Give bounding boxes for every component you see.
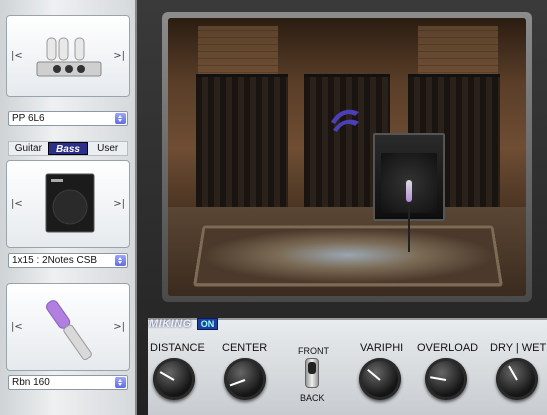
mic-next-button[interactable]: >| <box>113 322 125 333</box>
distance-knob[interactable] <box>153 358 195 400</box>
rug <box>193 225 503 287</box>
amp-select[interactable]: PP 6L6 <box>8 111 128 126</box>
tab-guitar[interactable]: Guitar <box>9 142 48 155</box>
variphi-label: VARIPHI <box>360 342 404 354</box>
cab-prev-button[interactable]: |< <box>11 199 23 210</box>
studio-view[interactable] <box>168 18 526 296</box>
cabinet-select[interactable]: 1x15 : 2Notes CSB <box>8 253 128 268</box>
center-label: CENTER <box>222 342 268 354</box>
amp-select-value: PP 6L6 <box>12 113 45 124</box>
tube-amp-icon <box>36 37 102 77</box>
controls-panel <box>148 318 547 415</box>
mic-card: |< >| <box>6 283 130 371</box>
amp-head-card: |< >| <box>6 15 130 97</box>
mic-select[interactable]: Rbn 160 <box>8 375 128 390</box>
cab-next-button[interactable]: >| <box>113 199 125 210</box>
2notes-logo-icon <box>331 109 359 132</box>
cabinet-select-value: 1x15 : 2Notes CSB <box>12 255 98 266</box>
switch-front-label: FRONT <box>298 346 329 356</box>
mic-prev-button[interactable]: |< <box>11 322 23 333</box>
select-arrows-icon <box>115 113 126 124</box>
curtain-left <box>196 74 288 224</box>
select-arrows-icon <box>115 377 126 388</box>
miking-label: MIKING <box>149 318 192 330</box>
studio-view-frame <box>162 12 532 302</box>
tab-bass[interactable]: Bass <box>47 142 89 155</box>
distance-label: DISTANCE <box>150 342 205 354</box>
ribbon-mic-icon <box>46 300 92 361</box>
front-back-switch[interactable] <box>305 358 319 388</box>
mic-select-value: Rbn 160 <box>12 377 50 388</box>
select-arrows-icon <box>115 255 126 266</box>
amp-next-button[interactable]: >| <box>113 51 125 62</box>
miking-toggle[interactable]: ON <box>197 318 218 330</box>
bass-cabinet-icon <box>45 173 95 233</box>
plugin-window: |< >| PP 6L6 Guitar Bass User |< >| 1x15… <box>0 0 547 415</box>
cabinet-tabs: Guitar Bass User <box>8 141 128 156</box>
mic-stand <box>408 202 410 252</box>
amp-prev-button[interactable]: |< <box>11 51 23 62</box>
center-knob[interactable] <box>224 358 266 400</box>
tab-user[interactable]: User <box>88 142 127 155</box>
drywet-knob[interactable] <box>496 358 538 400</box>
switch-back-label: BACK <box>300 393 325 403</box>
left-panel: |< >| PP 6L6 Guitar Bass User |< >| 1x15… <box>0 0 137 415</box>
overload-knob[interactable] <box>425 358 467 400</box>
overload-label: OVERLOAD <box>417 342 479 354</box>
cabinet-card: |< >| <box>6 160 130 248</box>
mic-in-room[interactable] <box>406 180 412 202</box>
drywet-label: DRY | WET <box>490 342 547 354</box>
variphi-knob[interactable] <box>359 358 401 400</box>
